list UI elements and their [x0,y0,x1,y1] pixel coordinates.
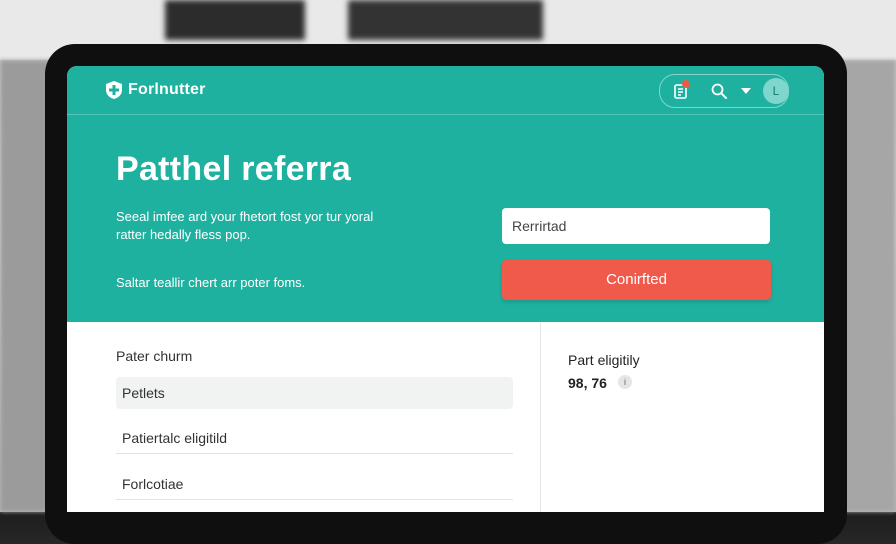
top-actions: L [659,74,789,108]
hero-section: Forlnutter L Patthel referra Seeal imfee… [67,66,824,322]
eligibility-value: 98, 76 [568,375,607,391]
confirm-button[interactable]: Conirfted [502,260,771,300]
patient-list-panel: Pater churm Petlets Patiertalc eligitild… [67,322,540,512]
app-screen: Forlnutter L Patthel referra Seeal imfee… [67,66,824,512]
background-object [348,0,543,40]
content-area: Pater churm Petlets Patiertalc eligitild… [67,322,824,512]
background-object [165,0,305,40]
column-divider [540,322,541,512]
top-navbar: Forlnutter L [67,66,824,115]
shield-plus-icon [106,81,122,99]
section-title: Pater churm [116,348,193,364]
chevron-down-icon[interactable] [741,88,751,94]
eligibility-title: Part eligitily [568,352,640,368]
list-item[interactable]: Petlets [116,377,513,409]
list-item[interactable]: Patiertalc eligitild [116,422,513,454]
referral-input[interactable]: Rerrirtad [502,208,770,244]
brand[interactable]: Forlnutter [104,80,206,100]
search-icon[interactable] [710,82,728,100]
info-icon[interactable]: i [618,375,632,389]
page-title: Patthel referra [116,150,352,188]
avatar[interactable]: L [763,78,789,104]
list-item[interactable]: Forlcotiae [116,468,513,500]
brand-name: Forlnutter [128,81,206,98]
notification-dot [682,80,690,88]
hero-description: Seeal imfee ard your fhetort fost yor tu… [116,209,374,242]
hero-note: Saltar teallir chert arr poter foms. [116,275,306,290]
